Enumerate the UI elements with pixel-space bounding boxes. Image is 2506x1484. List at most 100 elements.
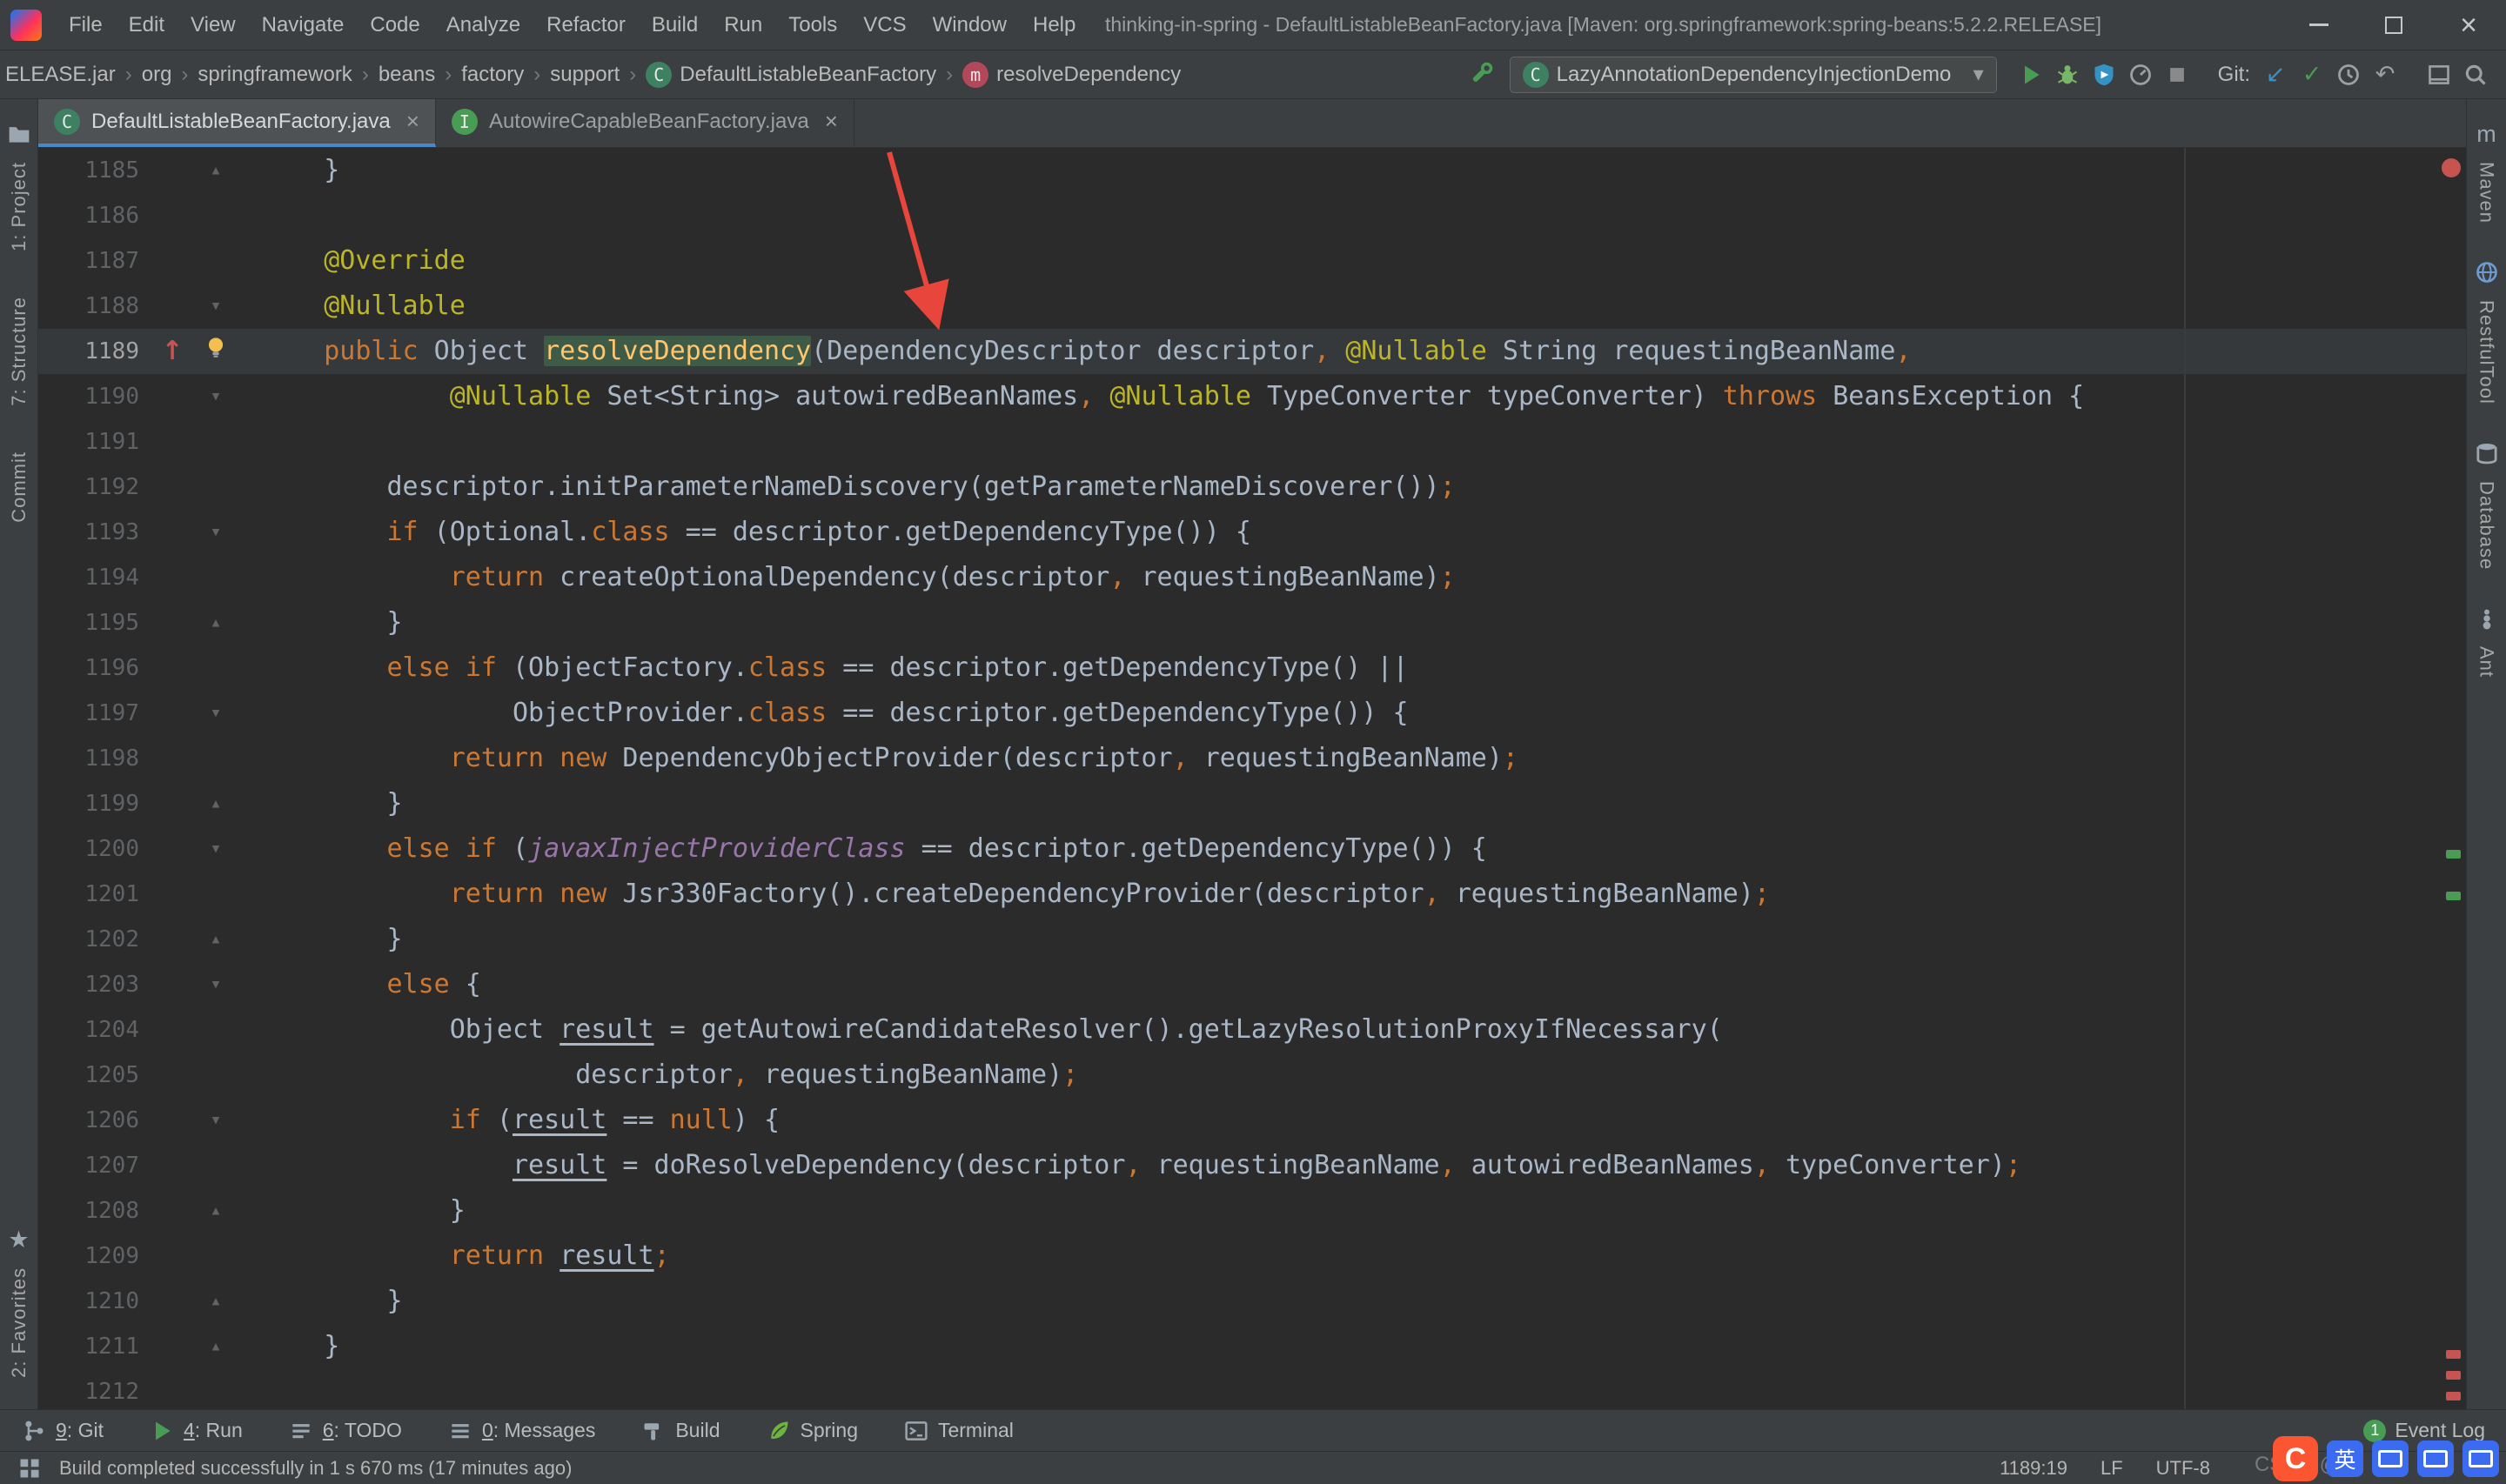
breadcrumb-item-resolvedependency[interactable]: m resolveDependency — [961, 61, 1183, 88]
wrench-icon[interactable] — [1466, 57, 1498, 89]
close-icon[interactable]: × — [825, 108, 838, 135]
line-number[interactable]: 1188 — [38, 284, 151, 329]
inspections-error-icon[interactable] — [2442, 158, 2461, 177]
rollback-icon[interactable]: ↶ — [2369, 59, 2401, 90]
fold-marker-icon[interactable]: ▴ — [210, 781, 221, 826]
code-line[interactable]: 1196 else if (ObjectFactory.class == des… — [38, 645, 2466, 691]
breadcrumb-item-org[interactable]: org — [140, 63, 174, 87]
line-number[interactable]: 1194 — [38, 555, 151, 600]
menu-window[interactable]: Window — [920, 0, 1020, 50]
code-line[interactable]: 1209 return result; — [38, 1233, 2466, 1279]
search-icon[interactable] — [2460, 59, 2491, 90]
line-number[interactable]: 1187 — [38, 238, 151, 284]
tool-window-button-0-messages[interactable]: 0: Messages — [447, 1418, 595, 1444]
code-editor[interactable]: 1185 ▴ } 1186 1187 @Override 1188 ▾ @Nullable… — [38, 148, 2466, 1409]
tool-window-button-6-todo[interactable]: 6: TODO — [288, 1418, 402, 1444]
fold-marker-icon[interactable]: ▾ — [210, 1098, 221, 1143]
code-line[interactable]: 1203 ▾ else { — [38, 962, 2466, 1007]
menu-view[interactable]: View — [178, 0, 249, 50]
code-line[interactable]: 1197 ▾ ObjectProvider.class == descriptor… — [38, 691, 2466, 736]
code-line[interactable]: 1193 ▾ if (Optional.class == descriptor.g… — [38, 510, 2466, 555]
line-number[interactable]: 1203 — [38, 962, 151, 1007]
line-number[interactable]: 1211 — [38, 1324, 151, 1369]
code-line[interactable]: 1206 ▾ if (result == null) { — [38, 1098, 2466, 1143]
code-line[interactable]: 1190 ▾ @Nullable Set<String> autowiredBea… — [38, 374, 2466, 419]
menu-refactor[interactable]: Refactor — [533, 0, 639, 50]
line-number[interactable]: 1189 — [38, 329, 151, 374]
breadcrumb-item-beans[interactable]: beans — [377, 63, 437, 87]
toolwindow-toggle-icon[interactable] — [14, 1453, 45, 1484]
fold-marker-icon[interactable]: ▴ — [210, 148, 221, 193]
maximize-button[interactable] — [2356, 0, 2431, 50]
layout-icon[interactable] — [2423, 59, 2455, 90]
code-line[interactable]: 1200 ▾ else if (javaxInjectProviderClass … — [38, 826, 2466, 872]
code-line[interactable]: 1186 — [38, 193, 2466, 238]
history-icon[interactable] — [2333, 59, 2364, 90]
line-number[interactable]: 1196 — [38, 645, 151, 691]
breadcrumb-item-elease-jar[interactable]: ELEASE.jar — [3, 63, 117, 87]
fold-marker-icon[interactable]: ▴ — [210, 1324, 221, 1369]
tool-stripe-button-ant[interactable]: Ant — [2471, 603, 2503, 690]
line-number[interactable]: 1193 — [38, 510, 151, 555]
caret-position[interactable]: 1189:19 — [2000, 1457, 2067, 1480]
run-icon[interactable] — [2015, 59, 2047, 90]
code-line[interactable]: 1207 result = doResolveDependency(descri… — [38, 1143, 2466, 1188]
code-line[interactable]: 1187 @Override — [38, 238, 2466, 284]
code-line[interactable]: 1198 return new DependencyObjectProvider… — [38, 736, 2466, 781]
fold-marker-icon[interactable]: ▾ — [210, 691, 221, 736]
intention-bulb-icon[interactable] — [204, 329, 228, 374]
vcs-change-mark[interactable] — [2446, 892, 2461, 900]
line-number[interactable]: 1209 — [38, 1233, 151, 1279]
error-mark[interactable] — [2446, 1392, 2461, 1400]
menu-analyze[interactable]: Analyze — [433, 0, 533, 50]
line-separator[interactable]: LF — [2101, 1457, 2123, 1480]
menu-vcs[interactable]: VCS — [850, 0, 919, 50]
line-number[interactable]: 1198 — [38, 736, 151, 781]
code-line[interactable]: 1191 — [38, 419, 2466, 465]
breadcrumb-item-factory[interactable]: factory — [459, 63, 526, 87]
line-number[interactable]: 1205 — [38, 1053, 151, 1098]
fold-marker-icon[interactable]: ▾ — [210, 284, 221, 329]
menu-navigate[interactable]: Navigate — [249, 0, 358, 50]
line-number[interactable]: 1212 — [38, 1369, 151, 1409]
tool-stripe-button-restfultool[interactable]: RestfulTool — [2471, 257, 2503, 417]
line-number[interactable]: 1197 — [38, 691, 151, 736]
line-number[interactable]: 1186 — [38, 193, 151, 238]
ime-language-badge[interactable]: 英 — [2327, 1441, 2363, 1477]
code-line[interactable]: 1202 ▴ } — [38, 917, 2466, 962]
ime-icon-1[interactable] — [2372, 1441, 2409, 1477]
code-line[interactable]: 1205 descriptor, requestingBeanName); — [38, 1053, 2466, 1098]
fold-marker-icon[interactable]: ▴ — [210, 600, 221, 645]
fold-marker-icon[interactable]: ▾ — [210, 510, 221, 555]
tool-stripe-button-maven[interactable]: m Maven — [2471, 118, 2503, 236]
menu-edit[interactable]: Edit — [116, 0, 178, 50]
menu-help[interactable]: Help — [1020, 0, 1089, 50]
tool-window-button-4-run[interactable]: 4: Run — [149, 1418, 243, 1444]
breadcrumb-item-support[interactable]: support — [548, 63, 621, 87]
close-icon[interactable]: × — [406, 108, 419, 135]
file-encoding[interactable]: UTF-8 — [2156, 1457, 2210, 1480]
code-line[interactable]: 1210 ▴ } — [38, 1279, 2466, 1324]
commit-icon[interactable]: ✓ — [2296, 59, 2328, 90]
breadcrumb-item-defaultlistablebeanfactory[interactable]: C DefaultListableBeanFactory — [644, 61, 938, 88]
menu-build[interactable]: Build — [639, 0, 711, 50]
code-line[interactable]: 1194 return createOptionalDependency(des… — [38, 555, 2466, 600]
code-line[interactable]: 1208 ▴ } — [38, 1188, 2466, 1233]
fold-marker-icon[interactable]: ▾ — [210, 374, 221, 419]
error-stripe[interactable] — [2440, 148, 2466, 1409]
line-number[interactable]: 1192 — [38, 465, 151, 510]
code-line[interactable]: 1188 ▾ @Nullable — [38, 284, 2466, 329]
line-number[interactable]: 1210 — [38, 1279, 151, 1324]
menu-run[interactable]: Run — [711, 0, 775, 50]
fold-marker-icon[interactable]: ▴ — [210, 1188, 221, 1233]
vcs-change-mark[interactable] — [2446, 850, 2461, 859]
error-mark[interactable] — [2446, 1350, 2461, 1359]
run-config-select[interactable]: C LazyAnnotationDependencyInjectionDemo … — [1509, 56, 1997, 93]
tab-defaultlistablebeanfactory-java[interactable]: C DefaultListableBeanFactory.java × — [38, 99, 436, 147]
line-number[interactable]: 1195 — [38, 600, 151, 645]
update-project-icon[interactable]: ↙ — [2260, 59, 2291, 90]
menu-file[interactable]: File — [56, 0, 116, 50]
line-number[interactable]: 1202 — [38, 917, 151, 962]
ime-icon-2[interactable] — [2417, 1441, 2454, 1477]
tool-window-button-9-git[interactable]: 9: Git — [21, 1418, 104, 1444]
